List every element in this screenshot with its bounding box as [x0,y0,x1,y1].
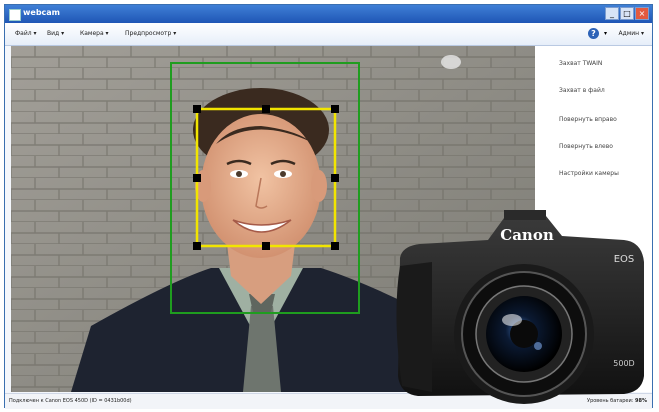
camera-brand: Canon [500,226,554,244]
action-capture-to-file[interactable]: Захват в файл [559,87,605,94]
title-bar: webcam _ □ × [5,5,652,23]
app-icon [9,9,21,21]
camera-model-sub: 500D [613,359,634,368]
window-controls: _ □ × [605,7,649,20]
action-rotate-right[interactable]: Повернуть вправо [559,116,617,123]
window-title: webcam [23,8,61,17]
help-icon[interactable]: ? [588,28,599,39]
menu-camera[interactable]: Камера ▾ [80,30,109,37]
menu-file[interactable]: Файл ▾ [15,30,37,37]
menu-bar: Файл ▾ Вид ▾ Камера ▾ Предпросмотр ▾ ? ▾… [5,23,652,46]
menu-preview[interactable]: Предпросмотр ▾ [125,30,176,37]
action-twain-capture[interactable]: Захват TWAIN [559,60,602,67]
menu-view[interactable]: Вид ▾ [47,30,64,37]
action-camera-settings[interactable]: Настройки камеры [559,170,619,177]
close-icon[interactable]: × [635,7,649,20]
action-rotate-left[interactable]: Повернуть влево [559,143,613,150]
minimize-icon[interactable]: _ [605,7,619,20]
maximize-icon[interactable]: □ [620,7,634,20]
admin-menu[interactable]: Админ ▾ [618,30,644,37]
connection-status: Подключен к Canon EOS 450D (ID = 0431b00… [9,398,132,404]
help-dropdown-icon[interactable]: ▾ [604,30,607,37]
camera-image: Canon EOS 500D [396,210,644,404]
camera-model: EOS [614,254,635,265]
